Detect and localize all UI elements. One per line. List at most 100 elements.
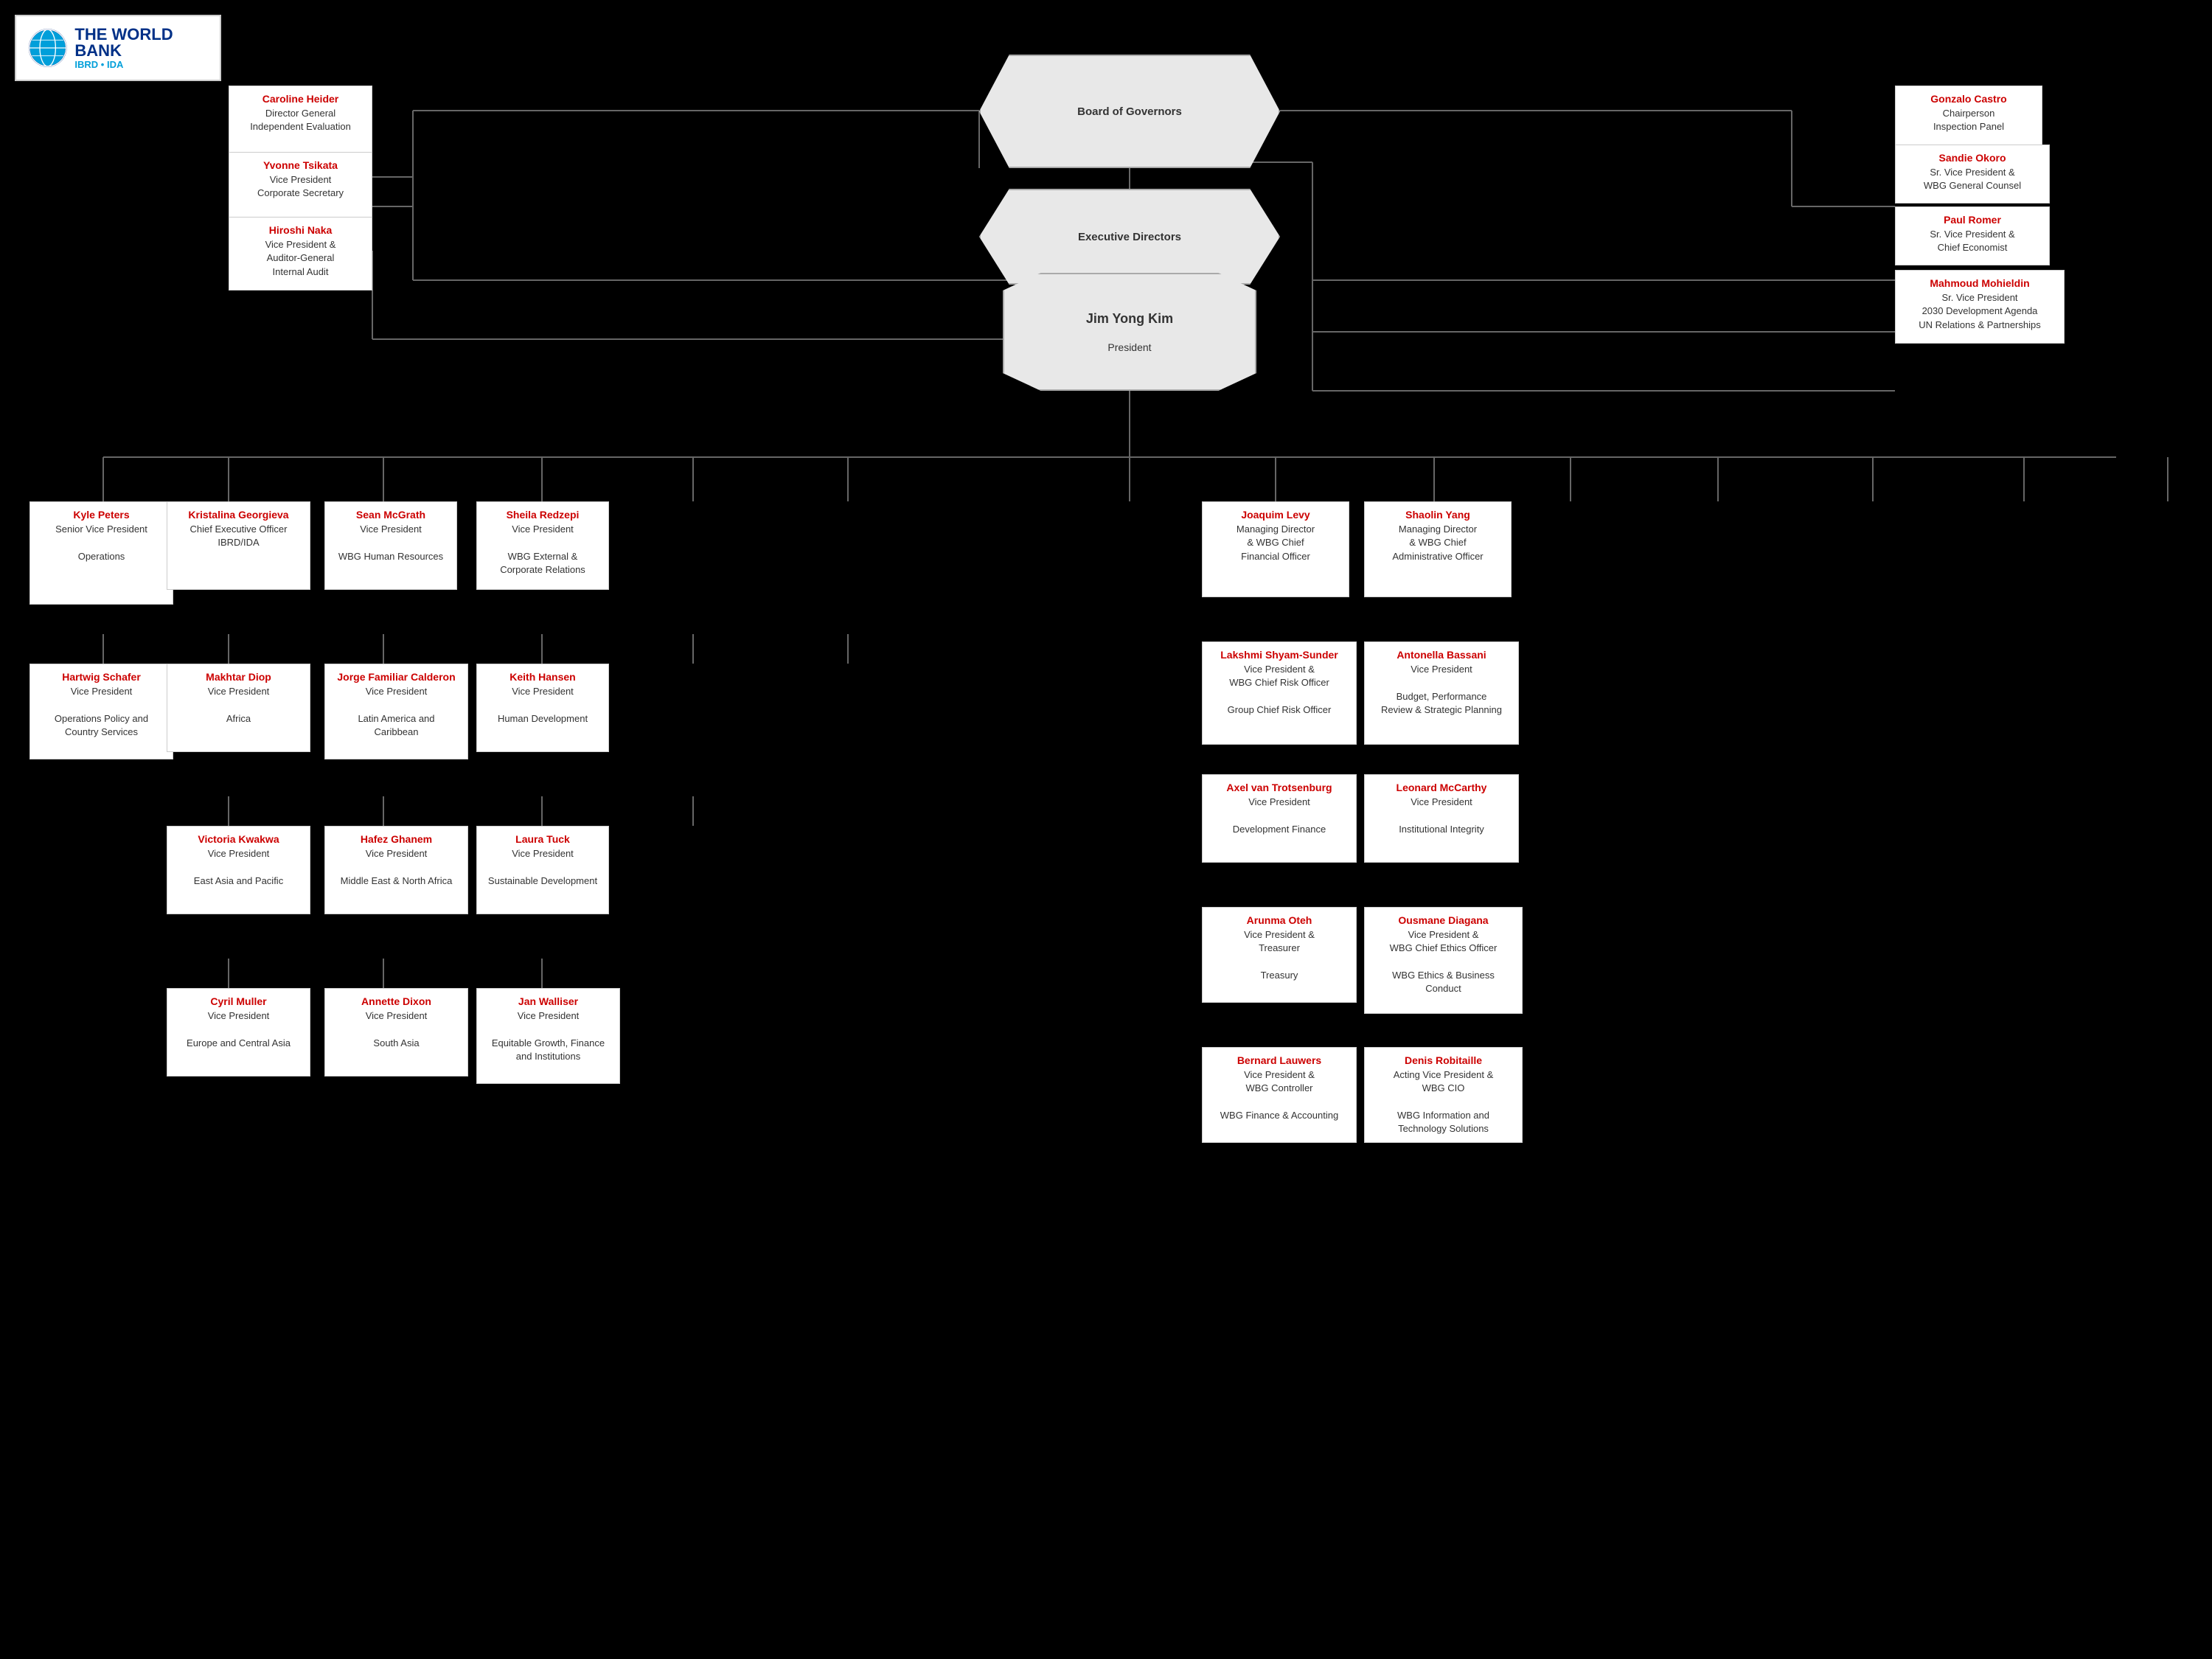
card-victoria-kwakwa: Victoria Kwakwa Vice PresidentEast Asia … [167, 826, 310, 914]
president-name: Jim Yong Kim [1080, 305, 1179, 333]
card-hafez-ghanem: Hafez Ghanem Vice PresidentMiddle East &… [324, 826, 468, 914]
gonzalo-castro-title: ChairpersonInspection Panel [1903, 107, 2034, 133]
hafez-ghanem-name: Hafez Ghanem [333, 832, 460, 846]
axel-van-trotsenburg-title: Vice PresidentDevelopment Finance [1210, 796, 1349, 836]
card-sheila-redzepi: Sheila Redzepi Vice PresidentWBG Externa… [476, 501, 609, 590]
hafez-ghanem-title: Vice PresidentMiddle East & North Africa [333, 847, 460, 888]
card-kristalina-georgieva: Kristalina Georgieva Chief Executive Off… [167, 501, 310, 590]
card-jan-walliser: Jan Walliser Vice PresidentEquitable Gro… [476, 988, 620, 1084]
bernard-lauwers-title: Vice President &WBG ControllerWBG Financ… [1210, 1068, 1349, 1122]
mahmoud-mohieldin-name: Mahmoud Mohieldin [1903, 276, 2056, 290]
executive-directors-label: Executive Directors [1072, 225, 1187, 249]
yvonne-tsikata-name: Yvonne Tsikata [237, 159, 364, 172]
logo-title: THE WORLD BANK [74, 27, 208, 59]
cyril-muller-name: Cyril Muller [175, 995, 302, 1008]
sean-mcgrath-title: Vice PresidentWBG Human Resources [333, 523, 449, 563]
president-title: President [1080, 335, 1179, 359]
card-sean-mcgrath: Sean McGrath Vice PresidentWBG Human Res… [324, 501, 457, 590]
executive-directors-shape: Executive Directors [979, 189, 1280, 285]
lakshmi-shyam-sunder-name: Lakshmi Shyam-Sunder [1210, 648, 1349, 661]
bernard-lauwers-name: Bernard Lauwers [1210, 1054, 1349, 1067]
paul-romer-name: Paul Romer [1903, 213, 2042, 226]
keith-hansen-name: Keith Hansen [484, 670, 601, 684]
gonzalo-castro-name: Gonzalo Castro [1903, 92, 2034, 105]
card-jorge-familiar: Jorge Familiar Calderon Vice PresidentLa… [324, 664, 468, 759]
card-paul-romer: Paul Romer Sr. Vice President &Chief Eco… [1895, 206, 2050, 265]
card-shaolin-yang: Shaolin Yang Managing Director& WBG Chie… [1364, 501, 1512, 597]
card-yvonne-tsikata: Yvonne Tsikata Vice PresidentCorporate S… [229, 152, 372, 222]
joaquim-levy-title: Managing Director& WBG ChiefFinancial Of… [1210, 523, 1341, 563]
card-laura-tuck: Laura Tuck Vice PresidentSustainable Dev… [476, 826, 609, 914]
cyril-muller-title: Vice PresidentEurope and Central Asia [175, 1009, 302, 1050]
logo-text: THE WORLD BANK IBRD • IDA [74, 27, 208, 70]
hartwig-schafer-title: Vice PresidentOperations Policy andCount… [38, 685, 165, 739]
denis-robitaille-title: Acting Vice President &WBG CIOWBG Inform… [1372, 1068, 1514, 1135]
hiroshi-naka-name: Hiroshi Naka [237, 223, 364, 237]
sean-mcgrath-name: Sean McGrath [333, 508, 449, 521]
card-antonella-bassani: Antonella Bassani Vice PresidentBudget, … [1364, 641, 1519, 745]
card-hartwig-schafer: Hartwig Schafer Vice PresidentOperations… [29, 664, 173, 759]
card-axel-van-trotsenburg: Axel van Trotsenburg Vice PresidentDevel… [1202, 774, 1357, 863]
antonella-bassani-title: Vice PresidentBudget, PerformanceReview … [1372, 663, 1511, 717]
sandie-okoro-name: Sandie Okoro [1903, 151, 2042, 164]
card-cyril-muller: Cyril Muller Vice PresidentEurope and Ce… [167, 988, 310, 1077]
card-keith-hansen: Keith Hansen Vice PresidentHuman Develop… [476, 664, 609, 752]
card-lakshmi-shyam-sunder: Lakshmi Shyam-Sunder Vice President &WBG… [1202, 641, 1357, 745]
shaolin-yang-name: Shaolin Yang [1372, 508, 1503, 521]
kyle-peters-name: Kyle Peters [38, 508, 165, 521]
caroline-heider-title: Director GeneralIndependent Evaluation [237, 107, 364, 133]
card-ousmane-diagana: Ousmane Diagana Vice President &WBG Chie… [1364, 907, 1523, 1014]
makhtar-diop-title: Vice PresidentAfrica [175, 685, 302, 726]
arunma-oteh-name: Arunma Oteh [1210, 914, 1349, 927]
hiroshi-naka-title: Vice President &Auditor-GeneralInternal … [237, 238, 364, 279]
arunma-oteh-title: Vice President &TreasurerTreasury [1210, 928, 1349, 982]
card-annette-dixon: Annette Dixon Vice PresidentSouth Asia [324, 988, 468, 1077]
jan-walliser-title: Vice PresidentEquitable Growth, Financea… [484, 1009, 612, 1063]
card-mahmoud-mohieldin: Mahmoud Mohieldin Sr. Vice President2030… [1895, 270, 2065, 344]
ousmane-diagana-title: Vice President &WBG Chief Ethics Officer… [1372, 928, 1514, 995]
antonella-bassani-name: Antonella Bassani [1372, 648, 1511, 661]
president-shape: Jim Yong Kim President [1003, 273, 1256, 391]
card-bernard-lauwers: Bernard Lauwers Vice President &WBG Cont… [1202, 1047, 1357, 1143]
card-caroline-heider: Caroline Heider Director GeneralIndepend… [229, 86, 372, 159]
board-of-governors-label: Board of Governors [1071, 100, 1188, 124]
axel-van-trotsenburg-name: Axel van Trotsenburg [1210, 781, 1349, 794]
jan-walliser-name: Jan Walliser [484, 995, 612, 1008]
kristalina-georgieva-name: Kristalina Georgieva [175, 508, 302, 521]
kyle-peters-title: Senior Vice PresidentOperations [38, 523, 165, 563]
jorge-familiar-name: Jorge Familiar Calderon [333, 670, 460, 684]
laura-tuck-title: Vice PresidentSustainable Development [484, 847, 601, 888]
ousmane-diagana-name: Ousmane Diagana [1372, 914, 1514, 927]
annette-dixon-name: Annette Dixon [333, 995, 460, 1008]
sandie-okoro-title: Sr. Vice President &WBG General Counsel [1903, 166, 2042, 192]
paul-romer-title: Sr. Vice President &Chief Economist [1903, 228, 2042, 254]
logo: THE WORLD BANK IBRD • IDA [15, 15, 221, 81]
victoria-kwakwa-title: Vice PresidentEast Asia and Pacific [175, 847, 302, 888]
kristalina-georgieva-title: Chief Executive OfficerIBRD/IDA [175, 523, 302, 549]
card-leonard-mccarthy: Leonard McCarthy Vice PresidentInstituti… [1364, 774, 1519, 863]
lakshmi-shyam-sunder-title: Vice President &WBG Chief Risk OfficerGr… [1210, 663, 1349, 717]
card-kyle-peters: Kyle Peters Senior Vice PresidentOperati… [29, 501, 173, 605]
keith-hansen-title: Vice PresidentHuman Development [484, 685, 601, 726]
card-denis-robitaille: Denis Robitaille Acting Vice President &… [1364, 1047, 1523, 1143]
card-hiroshi-naka: Hiroshi Naka Vice President &Auditor-Gen… [229, 217, 372, 291]
logo-subtitle: IBRD • IDA [74, 59, 208, 70]
sheila-redzepi-name: Sheila Redzepi [484, 508, 601, 521]
card-sandie-okoro: Sandie Okoro Sr. Vice President &WBG Gen… [1895, 145, 2050, 204]
sheila-redzepi-title: Vice PresidentWBG External &Corporate Re… [484, 523, 601, 577]
joaquim-levy-name: Joaquim Levy [1210, 508, 1341, 521]
victoria-kwakwa-name: Victoria Kwakwa [175, 832, 302, 846]
yvonne-tsikata-title: Vice PresidentCorporate Secretary [237, 173, 364, 200]
card-makhtar-diop: Makhtar Diop Vice PresidentAfrica [167, 664, 310, 752]
annette-dixon-title: Vice PresidentSouth Asia [333, 1009, 460, 1050]
jorge-familiar-title: Vice PresidentLatin America andCaribbean [333, 685, 460, 739]
caroline-heider-name: Caroline Heider [237, 92, 364, 105]
makhtar-diop-name: Makhtar Diop [175, 670, 302, 684]
leonard-mccarthy-title: Vice PresidentInstitutional Integrity [1372, 796, 1511, 836]
card-arunma-oteh: Arunma Oteh Vice President &TreasurerTre… [1202, 907, 1357, 1003]
card-joaquim-levy: Joaquim Levy Managing Director& WBG Chie… [1202, 501, 1349, 597]
board-of-governors-shape: Board of Governors [979, 55, 1280, 168]
hartwig-schafer-name: Hartwig Schafer [38, 670, 165, 684]
denis-robitaille-name: Denis Robitaille [1372, 1054, 1514, 1067]
world-bank-logo-icon [28, 26, 67, 70]
